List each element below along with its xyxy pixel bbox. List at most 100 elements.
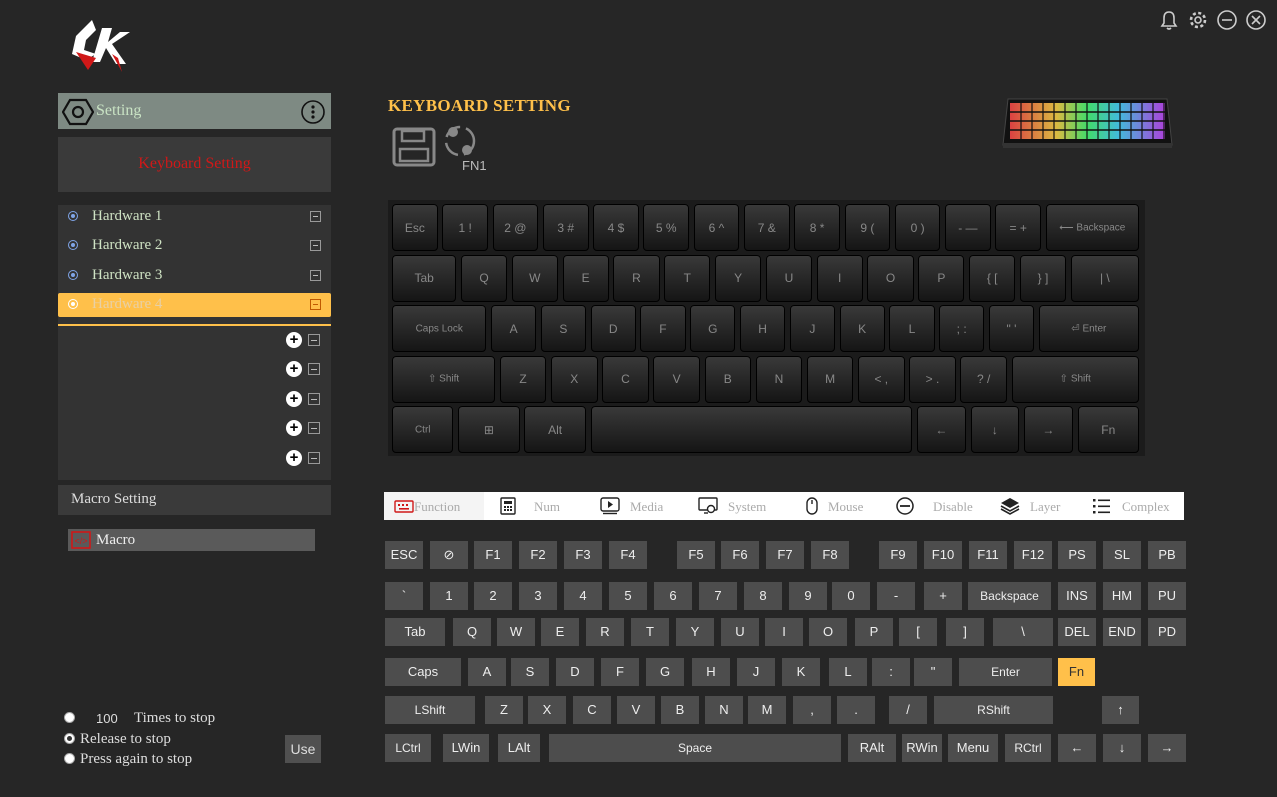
visual-key[interactable]: Esc [392,204,438,251]
visual-key[interactable]: V [653,355,700,403]
key-row4-8[interactable]: K [782,658,820,686]
key-row1-5[interactable]: F4 [609,541,647,569]
key-row2-10[interactable]: 0 [832,582,870,610]
key-row3-9[interactable]: O [809,618,847,646]
key-row1-9[interactable]: F8 [811,541,849,569]
tab-mouse[interactable]: Mouse [802,492,882,520]
collapse-icon[interactable] [310,211,321,222]
visual-key[interactable]: T [664,254,711,302]
visual-key[interactable]: } ] [1019,254,1067,302]
visual-key[interactable]: ↓ [970,406,1020,454]
key-row3-13[interactable]: \ [993,618,1053,646]
key-row4-2[interactable]: S [511,658,549,686]
key-row2-12[interactable]: + [924,582,962,610]
visual-key[interactable]: ⇧ Shift [1011,355,1139,403]
key-row4-9[interactable]: L [829,658,867,686]
key-row6-2[interactable]: LAlt [498,734,540,762]
key-row2-5[interactable]: 5 [609,582,647,610]
key-row1-10[interactable]: F9 [879,541,917,569]
key-row1-12[interactable]: F11 [969,541,1007,569]
visual-key[interactable]: K [839,305,885,353]
key-row1-16[interactable]: PB [1148,541,1186,569]
visual-key[interactable]: < , [858,355,905,403]
hardware-item-1[interactable]: Hardware 1 [58,205,331,229]
key-row5-3[interactable]: C [573,696,611,724]
key-row2-11[interactable]: - [877,582,915,610]
minimize-icon[interactable] [1216,9,1238,31]
key-row6-0[interactable]: LCtrl [385,734,431,762]
visual-key[interactable]: Z [499,355,547,403]
key-row5-5[interactable]: B [661,696,699,724]
collapse-icon[interactable] [310,240,321,251]
radio-selected-icon[interactable] [64,733,75,744]
visual-key[interactable]: C [602,355,649,403]
key-row1-8[interactable]: F7 [766,541,804,569]
key-row2-2[interactable]: 2 [474,582,512,610]
key-row3-3[interactable]: E [541,618,579,646]
visual-key[interactable]: O [867,254,914,302]
visual-key[interactable]: S [540,305,586,353]
visual-key[interactable]: ⏎ Enter [1038,305,1139,353]
key-row4-7[interactable]: J [737,658,775,686]
visual-key[interactable]: 2 @ [492,204,539,251]
repeat-count[interactable]: 100 [96,711,118,726]
visual-key[interactable]: ⟵ Backspace [1045,204,1139,251]
key-row4-10[interactable]: : [872,658,910,686]
key-row3-2[interactable]: W [497,618,535,646]
key-row2-7[interactable]: 7 [699,582,737,610]
visual-key[interactable]: ← [916,406,966,454]
key-row2-15[interactable]: HM [1103,582,1141,610]
visual-key[interactable]: 4 $ [593,204,639,251]
visual-key[interactable]: 0 ) [894,204,941,251]
key-row3-0[interactable]: Tab [385,618,445,646]
key-row5-11[interactable]: RShift [934,696,1053,724]
visual-key[interactable]: L [889,305,935,353]
key-row2-6[interactable]: 6 [654,582,692,610]
visual-key[interactable]: E [562,254,609,302]
visual-key[interactable]: Tab [392,254,457,302]
visual-key[interactable]: ? / [960,355,1007,403]
visual-key[interactable]: = + [995,204,1042,251]
key-row4-1[interactable]: A [468,658,506,686]
key-row2-16[interactable]: PU [1148,582,1186,610]
visual-key[interactable]: Y [714,254,762,302]
visual-key[interactable]: R [613,254,660,302]
tab-disable[interactable]: Disable [895,492,985,520]
key-row3-4[interactable]: R [586,618,624,646]
visual-key[interactable]: { [ [969,254,1016,302]
add-icon[interactable]: + [286,361,302,377]
key-row6-6[interactable]: Menu [948,734,998,762]
collapse-icon[interactable] [310,270,321,281]
visual-key[interactable]: J [789,305,835,353]
key-row1-4[interactable]: F3 [564,541,602,569]
key-row2-13[interactable]: Backspace [968,582,1051,610]
key-row2-0[interactable]: ` [385,582,423,610]
key-row3-5[interactable]: T [631,618,669,646]
visual-key[interactable]: Caps Lock [392,305,487,353]
visual-key[interactable]: H [739,305,786,353]
key-row3-1[interactable]: Q [453,618,491,646]
key-row3-11[interactable]: [ [899,618,937,646]
visual-key[interactable]: N [755,355,803,403]
add-icon[interactable]: + [286,332,302,348]
visual-key[interactable]: D [590,305,636,353]
visual-key[interactable]: M [806,355,854,403]
key-row1-1[interactable]: ⊘ [430,541,468,569]
visual-key[interactable]: > . [909,355,956,403]
key-row6-7[interactable]: RCtrl [1005,734,1051,762]
tab-media[interactable]: Media [600,492,690,520]
add-icon[interactable]: + [286,450,302,466]
key-row5-7[interactable]: M [748,696,786,724]
hardware-item-3[interactable]: Hardware 3 [58,264,331,288]
key-row2-8[interactable]: 8 [744,582,782,610]
key-row3-6[interactable]: Y [676,618,714,646]
hardware-item-2[interactable]: Hardware 2 [58,234,331,258]
key-row1-3[interactable]: F2 [519,541,557,569]
save-icon[interactable] [392,127,436,167]
key-row5-6[interactable]: N [705,696,743,724]
key-row1-14[interactable]: PS [1058,541,1096,569]
key-row6-3[interactable]: Space [549,734,841,762]
visual-key[interactable]: ⇧ Shift [392,355,496,403]
key-row1-7[interactable]: F6 [721,541,759,569]
key-row5-0[interactable]: LShift [385,696,475,724]
